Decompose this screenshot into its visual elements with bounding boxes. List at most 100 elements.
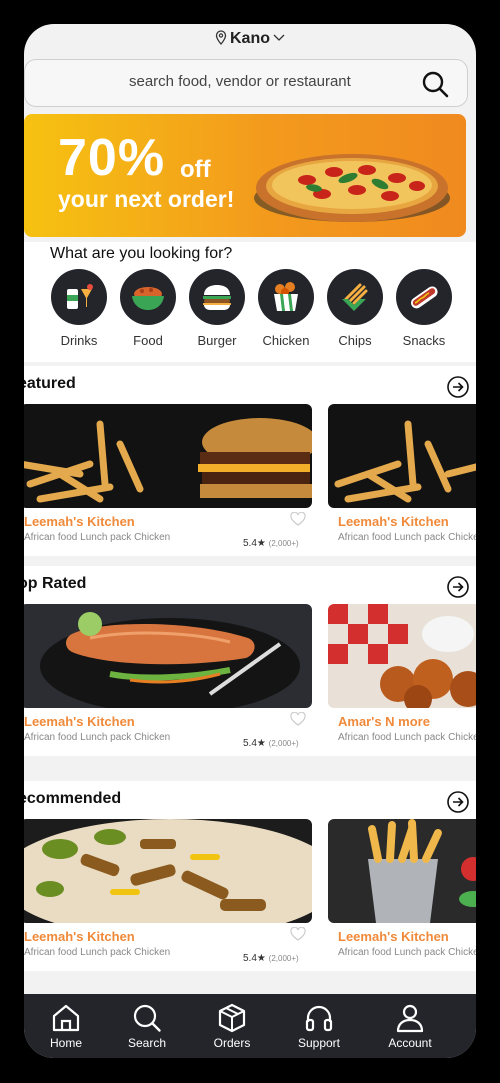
restaurant-name: Leemah's Kitchen: [24, 514, 135, 529]
restaurant-tags: African food Lunch pack Chicken: [24, 947, 171, 958]
location-pin-icon: [215, 30, 227, 45]
search-placeholder: search food, vendor or restaurant: [129, 73, 351, 90]
category-snacks[interactable]: Snacks: [394, 269, 454, 348]
nav-orders[interactable]: Orders: [197, 1002, 267, 1050]
rating-count: (2,000+): [268, 954, 299, 963]
pizza-image: [254, 154, 450, 222]
nav-search[interactable]: Search: [112, 1002, 182, 1050]
rating: 5.4★ (2,000+): [243, 953, 299, 964]
section-title: ecommended: [24, 790, 122, 807]
arrow-right-icon[interactable]: [446, 575, 470, 599]
category-burger[interactable]: Burger: [187, 269, 247, 348]
restaurant-tags: African food Lunch pack Chicken: [338, 947, 476, 958]
card-image: [24, 404, 312, 508]
section-title: op Rated: [24, 575, 87, 592]
salmon-plate-image: [24, 604, 312, 708]
fries-image: [328, 404, 476, 508]
rating: 5.4★ (2,000+): [243, 538, 299, 549]
heart-icon[interactable]: [290, 927, 306, 941]
nav-home[interactable]: Home: [31, 1002, 101, 1050]
home-icon: [52, 1004, 80, 1032]
featured-section: eatured Leemah's Kitchen African food Lu…: [24, 366, 476, 556]
restaurant-name: Amar's N more: [338, 714, 430, 729]
rating-value: 5.4: [243, 953, 257, 964]
heart-icon[interactable]: [290, 512, 306, 526]
nav-label: Orders: [213, 1036, 251, 1050]
promo-percent: 70%: [58, 129, 166, 187]
location-city: Kano: [230, 30, 270, 47]
star-icon: ★: [256, 738, 266, 749]
restaurant-tags: African food Lunch pack Chicken: [24, 532, 171, 543]
category-label: Burger: [197, 333, 237, 348]
card-image: [328, 404, 476, 508]
burger-fries-image: [24, 404, 312, 508]
promo-off: off: [180, 156, 211, 183]
headphones-icon: [305, 1005, 333, 1032]
nav-support[interactable]: Support: [284, 1002, 354, 1050]
chicken-wings-image: [328, 604, 476, 708]
category-label: Food: [133, 333, 163, 348]
bottom-nav: Home Search Orders Support Account: [24, 994, 476, 1058]
chicken-wrap-image: [24, 819, 312, 923]
card-image: [328, 604, 476, 708]
star-icon: ★: [256, 538, 266, 549]
food-bowl-icon: [132, 287, 164, 310]
arrow-right-icon[interactable]: [446, 790, 470, 814]
promo-banner[interactable]: 70% off your next order!: [24, 114, 466, 237]
arrow-right-icon[interactable]: [446, 375, 470, 399]
box-icon: [218, 1003, 246, 1033]
promo-subtitle: your next order!: [58, 186, 235, 212]
rating-value: 5.4: [243, 738, 257, 749]
category-label: Chicken: [262, 333, 310, 348]
card-image: [24, 819, 312, 923]
top-rated-section: op Rated Leemah's Kitchen African food L…: [24, 566, 476, 756]
heart-icon[interactable]: [290, 712, 306, 726]
search-input[interactable]: search food, vendor or restaurant: [24, 59, 468, 107]
category-food[interactable]: Food: [118, 269, 178, 348]
category-label: Snacks: [402, 333, 446, 348]
restaurant-name: Leemah's Kitchen: [338, 514, 449, 529]
phone-frame: Kano search food, vendor or restaurant 7…: [0, 0, 500, 1083]
search-icon[interactable]: [421, 70, 449, 98]
categories-question: What are you looking for?: [50, 245, 233, 262]
chevron-down-icon: [273, 34, 285, 41]
nav-label: Home: [49, 1036, 82, 1050]
nav-label: Support: [297, 1036, 341, 1050]
search-icon: [133, 1004, 161, 1032]
fries-cup-image: [328, 819, 476, 923]
category-chicken[interactable]: Chicken: [256, 269, 316, 348]
card-image: [24, 604, 312, 708]
chicken-bucket-icon: [274, 282, 298, 311]
section-title: eatured: [24, 375, 76, 392]
nav-account[interactable]: Account: [375, 1002, 445, 1050]
restaurant-card[interactable]: Leemah's Kitchen African food Lunch pack…: [24, 604, 312, 756]
user-icon: [396, 1004, 424, 1033]
rating-count: (2,000+): [268, 539, 299, 548]
restaurant-card[interactable]: Leemah's Kitchen African food Lunch pack…: [328, 404, 476, 556]
category-drinks[interactable]: Drinks: [49, 269, 109, 348]
hotdog-icon: [411, 286, 438, 309]
star-icon: ★: [256, 953, 266, 964]
recommended-section: ecommended Leemah's Kitchen African food…: [24, 781, 476, 971]
restaurant-card[interactable]: Leemah's Kitchen African food Lunch pack…: [24, 404, 312, 556]
burger-icon: [203, 285, 231, 310]
location-selector[interactable]: Kano: [24, 30, 476, 48]
restaurant-name: Leemah's Kitchen: [338, 929, 449, 944]
restaurant-card[interactable]: Leemah's Kitchen African food Lunch pack…: [24, 819, 312, 971]
category-label: Chips: [338, 333, 372, 348]
categories-section: What are you looking for? Drinks Food Bu…: [24, 242, 476, 362]
chips-icon: [342, 283, 368, 311]
app-screen: Kano search food, vendor or restaurant 7…: [24, 24, 476, 1058]
category-label: Drinks: [60, 333, 98, 348]
restaurant-tags: African food Lunch pack Chicken: [338, 532, 476, 543]
card-image: [328, 819, 476, 923]
restaurant-card[interactable]: Amar's N more African food Lunch pack Ch…: [328, 604, 476, 756]
restaurant-card[interactable]: Leemah's Kitchen African food Lunch pack…: [328, 819, 476, 971]
restaurant-tags: African food Lunch pack Chicken: [24, 732, 171, 743]
restaurant-name: Leemah's Kitchen: [24, 929, 135, 944]
drinks-icon: [67, 284, 93, 309]
category-chips[interactable]: Chips: [325, 269, 385, 348]
rating: 5.4★ (2,000+): [243, 738, 299, 749]
nav-label: Search: [127, 1036, 167, 1050]
restaurant-name: Leemah's Kitchen: [24, 714, 135, 729]
